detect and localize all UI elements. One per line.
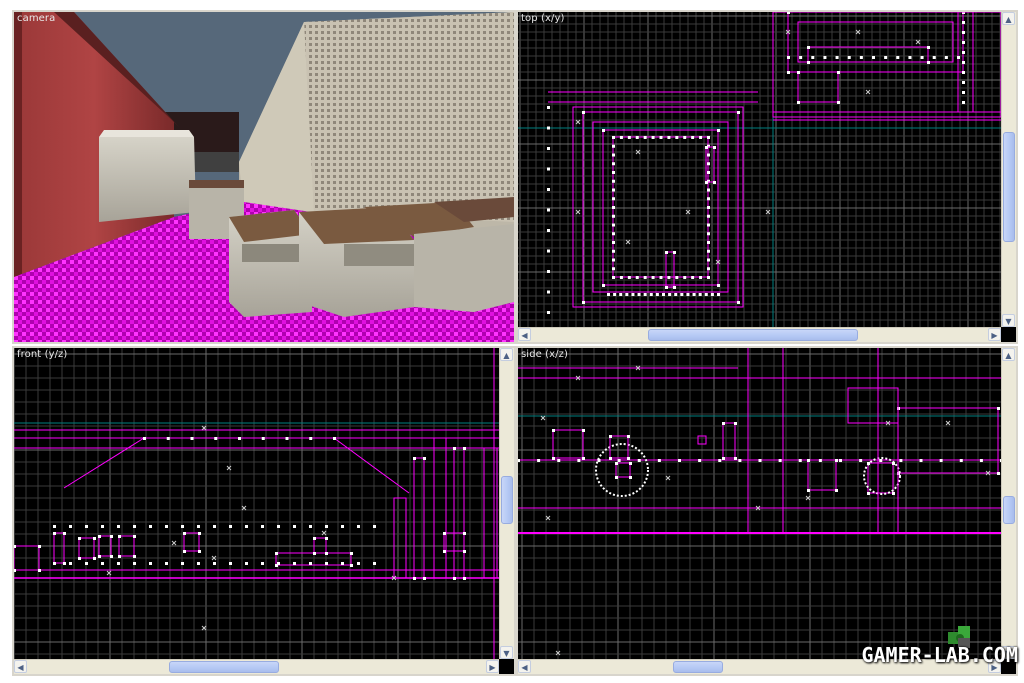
top-vertical-scrollbar[interactable]: ▲ ▼ — [1001, 12, 1016, 327]
front-horizontal-scroll-thumb[interactable] — [169, 661, 279, 673]
right-arrow-icon[interactable]: ▶ — [988, 328, 1001, 341]
top-horizontal-scrollbar[interactable]: ◀ ▶ — [518, 327, 1001, 342]
up-arrow-icon[interactable]: ▲ — [1002, 348, 1015, 361]
top-viewport-label: top (x/y) — [521, 13, 565, 24]
down-arrow-icon[interactable]: ▼ — [500, 646, 513, 659]
side-vertical-scrollbar[interactable]: ▲ ▼ — [1001, 348, 1016, 659]
camera-viewport[interactable]: camera — [12, 10, 516, 344]
side-grid-canvas — [518, 348, 1001, 659]
side-horizontal-scroll-thumb[interactable] — [673, 661, 723, 673]
watermark-text: GAMER-LAB.COM — [861, 643, 1018, 667]
side-vertical-scroll-thumb[interactable] — [1003, 496, 1015, 524]
left-arrow-icon[interactable]: ◀ — [518, 328, 531, 341]
front-viewport-label: front (y/z) — [17, 349, 68, 360]
up-arrow-icon[interactable]: ▲ — [500, 348, 513, 361]
top-viewport[interactable]: top (x/y) ▲ ▼ ◀ ▶ — [516, 10, 1018, 344]
up-arrow-icon[interactable]: ▲ — [1002, 12, 1015, 25]
down-arrow-icon[interactable]: ▼ — [1002, 314, 1015, 327]
camera-viewport-label: camera — [17, 13, 56, 24]
left-arrow-icon[interactable]: ◀ — [14, 660, 27, 673]
left-arrow-icon[interactable]: ◀ — [518, 660, 531, 673]
front-grid-canvas — [14, 348, 499, 659]
right-arrow-icon[interactable]: ▶ — [486, 660, 499, 673]
front-viewport[interactable]: front (y/z) ▲ ▼ ◀ ▶ — [12, 346, 516, 676]
side-viewport-label: side (x/z) — [521, 349, 569, 360]
front-vertical-scroll-thumb[interactable] — [501, 476, 513, 524]
front-vertical-scrollbar[interactable]: ▲ ▼ — [499, 348, 514, 659]
side-viewport[interactable]: side (x/z) ▲ ▼ ◀ ▶ — [516, 346, 1018, 676]
top-vertical-scroll-thumb[interactable] — [1003, 132, 1015, 242]
top-horizontal-scroll-thumb[interactable] — [648, 329, 858, 341]
top-grid-canvas — [518, 12, 1001, 327]
front-horizontal-scrollbar[interactable]: ◀ ▶ — [14, 659, 499, 674]
camera-3d-scene — [14, 12, 514, 342]
